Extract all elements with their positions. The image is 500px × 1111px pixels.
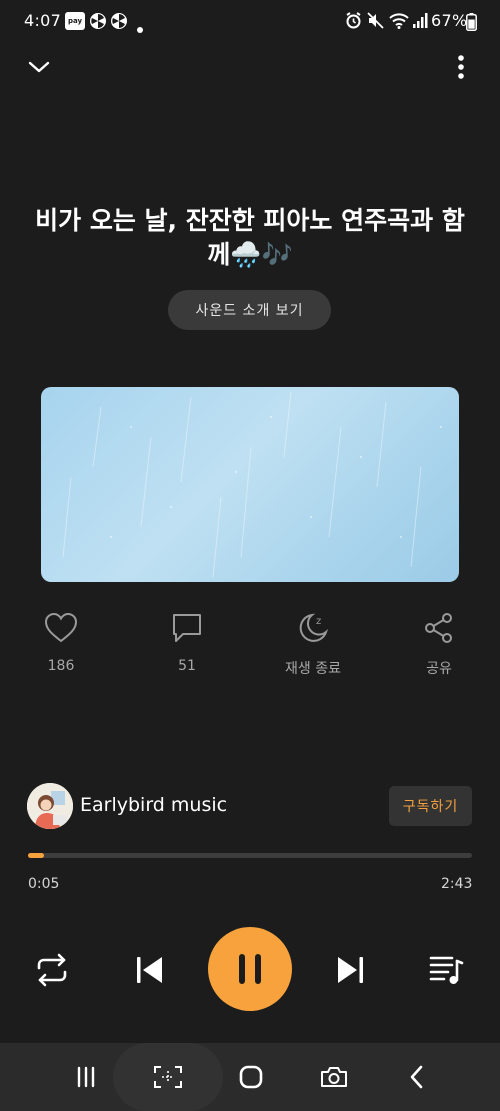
comment-icon — [173, 614, 201, 642]
share-label: 공유 — [426, 661, 452, 677]
comment-button[interactable]: 51 — [147, 612, 227, 674]
back-button[interactable] — [393, 1043, 441, 1111]
camera-icon — [321, 1067, 347, 1087]
repeat-button[interactable] — [33, 951, 71, 989]
share-icon — [425, 613, 452, 643]
pause-button[interactable] — [208, 927, 292, 1011]
scan-icon — [154, 1066, 182, 1088]
like-count: 186 — [47, 658, 75, 674]
sound-intro-button[interactable]: 사운드 소개 보기 — [168, 290, 331, 330]
previous-button[interactable] — [133, 951, 167, 989]
chevron-down-icon — [28, 61, 50, 73]
home-icon — [239, 1065, 263, 1089]
subscribe-button[interactable]: 구독하기 — [389, 786, 472, 826]
channel-name[interactable]: Earlybird music — [80, 794, 227, 816]
svg-text:z: z — [316, 616, 321, 627]
skip-next-icon — [338, 957, 363, 983]
next-button[interactable] — [333, 951, 367, 989]
progress-fill — [28, 853, 44, 858]
more-vertical-icon — [458, 55, 464, 79]
skip-previous-icon — [137, 957, 162, 983]
comment-count: 51 — [178, 658, 196, 674]
playlist-button[interactable] — [428, 951, 466, 989]
sleep-timer-button[interactable]: z 재생 종료 — [273, 612, 353, 678]
recent-apps-icon — [77, 1066, 95, 1088]
pay-icon: pay — [65, 12, 85, 30]
moon-icon: z — [299, 613, 329, 642]
fan-icon — [89, 12, 107, 34]
share-button[interactable]: 공유 — [399, 612, 479, 678]
sleep-timer-label: 재생 종료 — [285, 661, 341, 677]
rain-artwork-image — [62, 391, 442, 578]
avatar-illustration-icon — [27, 783, 73, 829]
channel-avatar[interactable] — [27, 783, 73, 829]
fan-icon — [110, 12, 128, 34]
home-button[interactable] — [227, 1043, 275, 1111]
system-navigation-bar — [0, 1043, 500, 1111]
pause-icon — [239, 954, 261, 984]
status-bar: 4:07 pay 67% — [0, 0, 500, 44]
playlist-icon — [429, 956, 464, 984]
signal-icon — [412, 12, 428, 33]
back-icon — [410, 1065, 423, 1089]
camera-button[interactable] — [310, 1043, 358, 1111]
current-time: 0:05 — [28, 876, 60, 892]
repeat-icon — [37, 953, 67, 987]
battery-icon — [466, 13, 477, 35]
recent-apps-button[interactable] — [62, 1043, 110, 1111]
like-button[interactable]: 186 — [21, 612, 101, 674]
track-title: 비가 오는 날, 잔잔한 피아노 연주곡과 함께🌧️🎶 — [35, 206, 465, 269]
bixby-vision-button[interactable] — [113, 1043, 223, 1111]
collapse-button[interactable] — [24, 52, 54, 82]
wifi-icon — [389, 12, 409, 33]
total-time: 2:43 — [441, 876, 473, 892]
alarm-icon — [345, 12, 362, 33]
heart-icon — [44, 612, 78, 643]
mute-icon — [367, 12, 384, 33]
battery-percent: 67% — [431, 11, 468, 30]
status-time: 4:07 — [24, 11, 62, 30]
album-artwork — [41, 387, 459, 582]
notification-dot-icon — [137, 18, 143, 37]
progress-bar[interactable] — [28, 853, 472, 858]
more-options-button[interactable] — [446, 52, 476, 84]
